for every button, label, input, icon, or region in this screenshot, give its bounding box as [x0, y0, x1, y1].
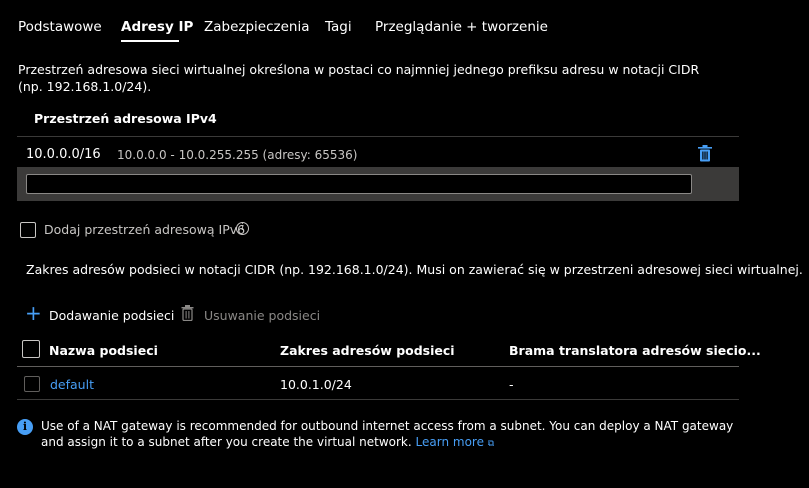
table-row-divider — [17, 399, 739, 400]
column-header-nat[interactable]: Brama translatora adresów siecio... — [509, 343, 761, 358]
delete-address-space-icon[interactable] — [697, 145, 713, 162]
tab-zabezpieczenia[interactable]: Zabezpieczenia — [204, 19, 310, 35]
learn-more-link[interactable]: Learn more — [416, 435, 484, 449]
subnet-nat-gateway: - — [509, 377, 514, 392]
column-header-name[interactable]: Nazwa podsieci — [49, 343, 158, 358]
address-space-input[interactable] — [26, 174, 692, 194]
add-icon[interactable]: + — [25, 303, 42, 323]
table-header-divider — [17, 366, 739, 367]
external-link-icon[interactable]: ⧉ — [488, 439, 494, 449]
tab-przegladanie-tworzenie[interactable]: Przeglądanie + tworzenie — [375, 19, 548, 35]
add-subnet-button[interactable]: Dodawanie podsieci — [49, 308, 174, 323]
address-space-cidr: 10.0.0.0/16 — [26, 147, 101, 162]
tab-adresy-ip[interactable]: Adresy IP — [121, 19, 193, 35]
divider — [17, 136, 739, 137]
delete-icon — [181, 305, 194, 321]
nat-info-text: Use of a NAT gateway is recommended for … — [41, 419, 734, 449]
ipv4-header: Przestrzeń adresowa IPv4 — [34, 111, 217, 126]
nat-info-banner: Use of a NAT gateway is recommended for … — [41, 419, 741, 452]
ipv6-checkbox[interactable] — [20, 222, 36, 238]
address-space-description: Przestrzeń adresowa sieci wirtualnej okr… — [18, 62, 700, 94]
row-checkbox[interactable] — [24, 376, 40, 392]
subnet-range: 10.0.1.0/24 — [280, 377, 352, 392]
subnet-name-link[interactable]: default — [50, 377, 94, 392]
column-header-range[interactable]: Zakres adresów podsieci — [280, 343, 455, 358]
active-tab-indicator — [121, 40, 179, 42]
select-all-checkbox[interactable] — [22, 340, 40, 358]
ipv6-checkbox-label[interactable]: Dodaj przestrzeń adresową IPv6 — [44, 222, 245, 237]
subnet-description: Zakres adresów podsieci w notacji CIDR (… — [26, 262, 803, 277]
info-icon: i — [17, 419, 33, 435]
tab-tagi[interactable]: Tagi — [325, 19, 352, 35]
address-space-range: 10.0.0.0 - 10.0.255.255 (adresy: 65536) — [117, 148, 358, 162]
tab-podstawowe[interactable]: Podstawowe — [18, 19, 102, 35]
info-icon[interactable]: i — [236, 222, 249, 235]
delete-subnet-button: Usuwanie podsieci — [204, 308, 321, 323]
